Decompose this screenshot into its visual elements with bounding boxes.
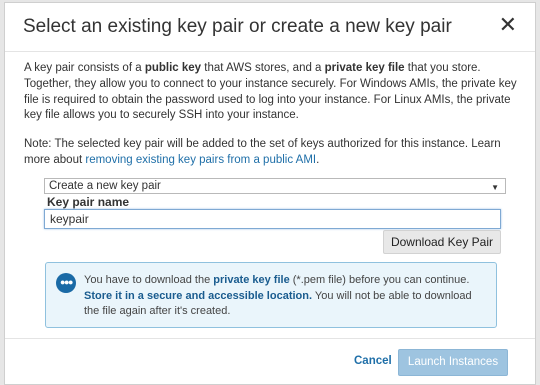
dot-icon: ● — [68, 277, 74, 287]
key-pair-select-value: Create a new key pair — [49, 180, 161, 192]
launch-instances-button[interactable]: Launch Instances — [398, 349, 508, 376]
cancel-button[interactable]: Cancel — [354, 355, 392, 367]
chat-bubble-icon: ● ● ● — [56, 273, 76, 293]
info-text: You have to download the private key fil… — [84, 273, 488, 320]
key-pair-name-input[interactable]: keypair — [44, 209, 501, 229]
note-paragraph: Note: The selected key pair will be adde… — [24, 137, 524, 169]
triangle-down-icon: ▼ — [491, 183, 499, 192]
close-icon[interactable]: ✕ — [499, 14, 517, 36]
info-bold-private-key: private key file — [213, 274, 290, 286]
info-text-part: You have to download the — [84, 274, 214, 286]
key-pair-name-label: Key pair name — [47, 195, 130, 209]
dialog-title: Select an existing key pair or create a … — [23, 16, 452, 37]
intro-paragraph: A key pair consists of a public key that… — [24, 61, 524, 124]
intro-text: that AWS stores, and a — [201, 62, 325, 74]
info-alert: ● ● ● You have to download the private k… — [45, 262, 497, 328]
key-pair-dialog: Select an existing key pair or create a … — [4, 2, 536, 385]
dialog-header: Select an existing key pair or create a … — [5, 3, 535, 52]
note-suffix: . — [316, 153, 320, 166]
info-bold-store: Store it in a secure and accessible loca… — [84, 289, 313, 302]
key-pair-select[interactable]: Create a new key pair ▼ — [44, 178, 506, 194]
intro-bold-public-key: public key — [144, 62, 202, 74]
footer-divider — [5, 338, 535, 339]
intro-bold-private-key: private key file — [324, 62, 405, 74]
info-text-part: (*.pem file) before you can continue. — [289, 274, 470, 286]
download-key-pair-button[interactable]: Download Key Pair — [383, 230, 501, 254]
intro-text: A key pair consists of a — [24, 62, 145, 74]
remove-key-pairs-link[interactable]: removing existing key pairs from a publi… — [85, 154, 316, 166]
